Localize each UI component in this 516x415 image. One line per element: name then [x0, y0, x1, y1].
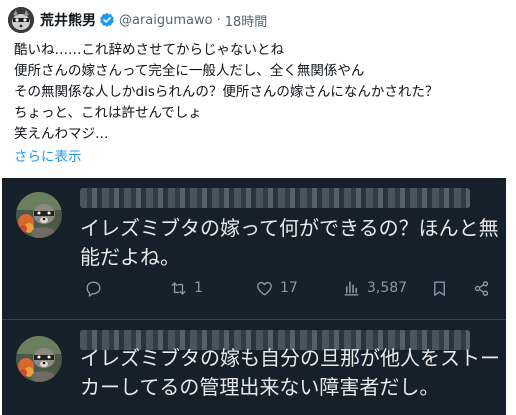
- embedded-text-line: 能だよね。: [80, 245, 180, 269]
- tweet-text-line: 便所さんの嫁さんって完全に一般人だし、全く無関係やん: [14, 63, 365, 79]
- share-button[interactable]: [472, 279, 491, 298]
- retweet-icon: [171, 281, 186, 295]
- bookmark-icon: [434, 280, 445, 296]
- like-button[interactable]: 17: [255, 279, 298, 298]
- tweet-action-bar: 1 17 3,587: [72, 276, 502, 300]
- author-avatar[interactable]: [8, 7, 34, 33]
- embedded-tweet-text: イレズミブタの嫁って何ができるの？ほんと無 能だよね。: [80, 214, 499, 272]
- tweet-text-line: 酷いね……これ辞めさせてからじゃないとね: [14, 42, 284, 58]
- retweet-button[interactable]: 1: [169, 279, 203, 298]
- reply-icon: [86, 280, 101, 297]
- author-name[interactable]: 荒井熊男: [40, 10, 96, 30]
- tweet-text-line: その無関係な人しかdisられんの？便所さんの嫁さんになんかされた？: [14, 84, 439, 100]
- tweet-body: 酷いね……これ辞めさせてからじゃないとね 便所さんの嫁さんって完全に一般人だし、…: [14, 40, 509, 145]
- heart-icon: [257, 281, 272, 296]
- reply-button[interactable]: [84, 279, 103, 298]
- tweet-header: 荒井熊男 @araigumawo · 18時間: [8, 7, 268, 33]
- tweet-timestamp[interactable]: 18時間: [225, 11, 268, 30]
- meta-separator: ·: [216, 12, 221, 28]
- tweet-text-line: 笑えんわマジ…: [14, 126, 109, 142]
- show-more-link[interactable]: さらに表示: [14, 145, 82, 165]
- like-count: 17: [280, 280, 298, 296]
- embedded-tweet: イレズミブタの嫁も自分の旦那が他人をストー カーしてるの管理出来ない障害者だし。: [2, 319, 506, 415]
- author-handle[interactable]: @araigumawo: [119, 13, 213, 28]
- bookmark-button[interactable]: [430, 279, 449, 298]
- tweet-text-line: ちょっと、これは許せんでしょ: [14, 105, 202, 121]
- views-icon: [344, 280, 359, 296]
- verified-badge-icon: [99, 12, 115, 28]
- embedded-tweet-text: イレズミブタの嫁も自分の旦那が他人をストー カーしてるの管理出来ない障害者だし。: [80, 344, 500, 402]
- blurred-user-name: [80, 188, 470, 208]
- embedded-text-line: イレズミブタの嫁も自分の旦那が他人をストー: [80, 346, 500, 370]
- embedded-text-line: イレズミブタの嫁って何ができるの？ほんと無: [80, 216, 499, 240]
- share-icon: [474, 280, 489, 296]
- retweet-count: 1: [194, 280, 203, 296]
- embedded-screenshot[interactable]: イレズミブタの嫁って何ができるの？ほんと無 能だよね。 1 17 3,587 イ…: [2, 178, 506, 415]
- raccoon-avatar: [16, 336, 62, 382]
- raccoon-avatar: [16, 192, 62, 238]
- views-count: 3,587: [367, 280, 408, 296]
- views-button[interactable]: 3,587: [342, 279, 407, 298]
- embedded-tweet: イレズミブタの嫁って何ができるの？ほんと無 能だよね。 1 17 3,587: [2, 178, 506, 319]
- embedded-text-line: カーしてるの管理出来ない障害者だし。: [80, 375, 440, 399]
